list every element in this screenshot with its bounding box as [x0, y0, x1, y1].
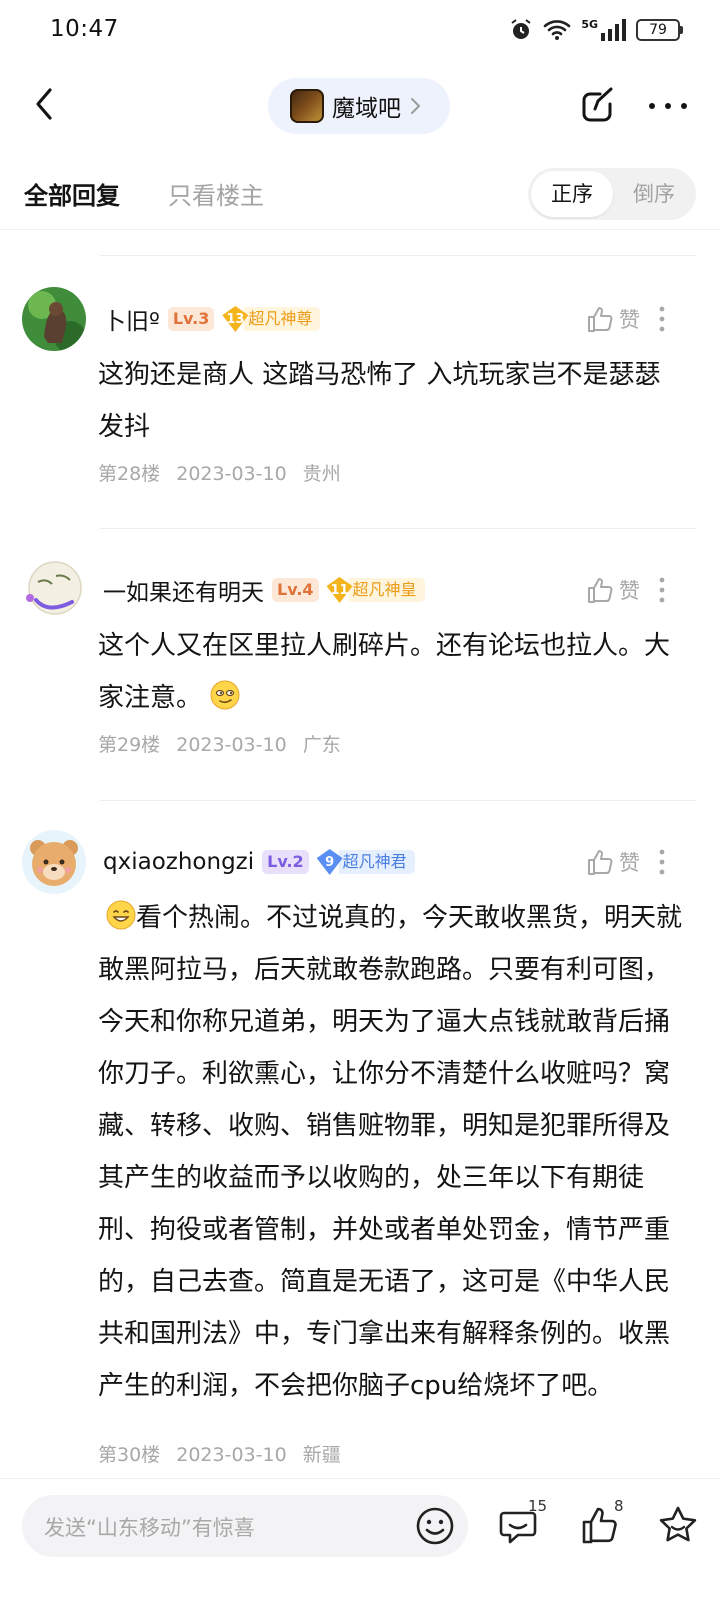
- more-icon: [649, 103, 687, 109]
- thumbs-up-icon: [588, 850, 613, 875]
- post-text: 这个人又在区里拉人刷碎片。还有论坛也拉人。大家注意。: [98, 631, 671, 713]
- vertical-more-icon: [659, 577, 665, 603]
- chevron-right-icon: [411, 98, 421, 114]
- vertical-more-icon: [659, 306, 665, 332]
- avatar-image: [22, 558, 86, 622]
- status-time: 10:47: [50, 16, 119, 42]
- level-badge: Lv.4: [272, 578, 319, 602]
- post-content: 这狗还是商人 这踏马恐怖了 入坑玩家岂不是瑟瑟发抖: [98, 360, 661, 442]
- status-bar: 10:47 5G 79: [0, 0, 720, 64]
- tab-op-only[interactable]: 只看楼主: [168, 176, 264, 211]
- star-icon: [659, 1506, 697, 1542]
- post-meta: 第28楼 2023-03-10 贵州: [98, 459, 351, 486]
- post-meta: 第29楼 2023-03-10 广东: [98, 730, 351, 757]
- avatar[interactable]: [22, 830, 86, 894]
- like-label: 赞: [619, 579, 640, 603]
- more-button[interactable]: [640, 84, 696, 128]
- badge-title: 超凡神尊: [244, 307, 321, 331]
- post-divider: [100, 255, 696, 256]
- member-badge: 11 超凡神皇: [326, 577, 425, 603]
- post-divider: [100, 528, 696, 529]
- battery-icon: 79: [636, 19, 683, 41]
- level-badge: Lv.2: [262, 850, 309, 874]
- back-icon: [36, 88, 52, 120]
- reply-tabs: 全部回复 只看楼主 正序 倒序: [0, 168, 720, 228]
- smiley-icon: [416, 1507, 454, 1545]
- grin-emoji-icon: [106, 900, 136, 930]
- forum-name: 魔域吧: [332, 96, 401, 122]
- wifi-icon: [544, 20, 571, 40]
- floor-number: 第28楼: [98, 463, 161, 485]
- tabs-divider: [0, 229, 720, 230]
- post-more-button[interactable]: [650, 842, 674, 882]
- back-button[interactable]: [24, 82, 68, 126]
- smirk-emoji-icon: [210, 680, 240, 710]
- thumbs-up-icon: [588, 578, 613, 603]
- thumbs-up-icon: [588, 307, 613, 332]
- user-row: 卜旧º Lv.3 13 超凡神尊: [103, 299, 321, 339]
- post-content: 这个人又在区里拉人刷碎片。还有论坛也拉人。大家注意。: [98, 620, 683, 724]
- post-text: 看个热闹。不过说真的，今天敢收黑货，明天就敢黑阿拉马，后天就敢卷款跑路。只要有利…: [98, 903, 683, 1401]
- user-row: 一如果还有明天 Lv.4 11 超凡神皇: [103, 570, 425, 610]
- avatar[interactable]: [22, 287, 86, 351]
- avatar-image: [22, 287, 86, 351]
- like-button[interactable]: 赞: [585, 842, 640, 882]
- like-label: 赞: [619, 308, 640, 332]
- status-icons: 5G 79: [509, 17, 683, 42]
- sort-toggle: 正序 倒序: [528, 168, 696, 220]
- favorite-button[interactable]: [656, 1503, 700, 1547]
- battery-level: 79: [649, 22, 667, 38]
- user-row: qxiaozhongzi Lv.2 9 超凡神君: [103, 842, 415, 882]
- post-divider: [100, 800, 696, 801]
- floor-number: 第29楼: [98, 734, 161, 756]
- signal-icon: [601, 19, 626, 41]
- floor-number: 第30楼: [98, 1444, 161, 1466]
- bottom-bar: 发送“山东移动”有惊喜 15 8: [0, 1478, 720, 1613]
- post-more-button[interactable]: [650, 299, 674, 339]
- sort-descending-button[interactable]: 倒序: [614, 171, 694, 217]
- username[interactable]: 一如果还有明天: [103, 573, 264, 607]
- post-location: 贵州: [302, 463, 341, 485]
- network-type: 5G: [581, 17, 598, 31]
- level-badge: Lv.3: [167, 307, 215, 331]
- badge-title: 超凡神君: [338, 850, 415, 874]
- avatar[interactable]: [22, 558, 86, 622]
- post-location: 广东: [302, 734, 341, 756]
- emoji-button[interactable]: [414, 1505, 456, 1547]
- badge-title: 超凡神皇: [348, 578, 425, 602]
- post-content: 看个热闹。不过说真的，今天敢收黑货，明天就敢黑阿拉马，后天就敢卷款跑路。只要有利…: [98, 892, 683, 1412]
- vertical-more-icon: [659, 849, 665, 875]
- like-button[interactable]: 赞: [585, 299, 640, 339]
- like-button[interactable]: 赞: [585, 570, 640, 610]
- tab-all-replies[interactable]: 全部回复: [24, 176, 120, 211]
- member-badge: 9 超凡神君: [316, 849, 415, 875]
- nav-bar: 魔域吧: [0, 76, 720, 136]
- username[interactable]: qxiaozhongzi: [103, 849, 254, 875]
- forum-logo: [290, 89, 324, 123]
- avatar-image: [22, 830, 86, 894]
- post-date: 2023-03-10: [176, 1444, 287, 1466]
- sort-ascending-button[interactable]: 正序: [531, 171, 613, 217]
- post-more-button[interactable]: [650, 570, 674, 610]
- reply-input[interactable]: 发送“山东移动”有惊喜: [22, 1495, 468, 1557]
- edit-icon: [582, 87, 613, 122]
- post-meta: 第30楼 2023-03-10 新疆: [98, 1440, 351, 1467]
- comment-count: 15: [528, 1497, 548, 1515]
- like-label: 赞: [619, 851, 640, 875]
- like-count: 8: [614, 1497, 624, 1515]
- post-date: 2023-03-10: [176, 734, 287, 756]
- post-date: 2023-03-10: [176, 463, 287, 485]
- edit-button[interactable]: [576, 84, 620, 128]
- post-location: 新疆: [302, 1444, 341, 1466]
- alarm-icon: [511, 19, 531, 39]
- forum-link[interactable]: 魔域吧: [268, 78, 450, 134]
- reply-input-placeholder: 发送“山东移动”有惊喜: [44, 1516, 255, 1540]
- member-badge: 13 超凡神尊: [222, 306, 321, 332]
- username[interactable]: 卜旧º: [103, 302, 160, 336]
